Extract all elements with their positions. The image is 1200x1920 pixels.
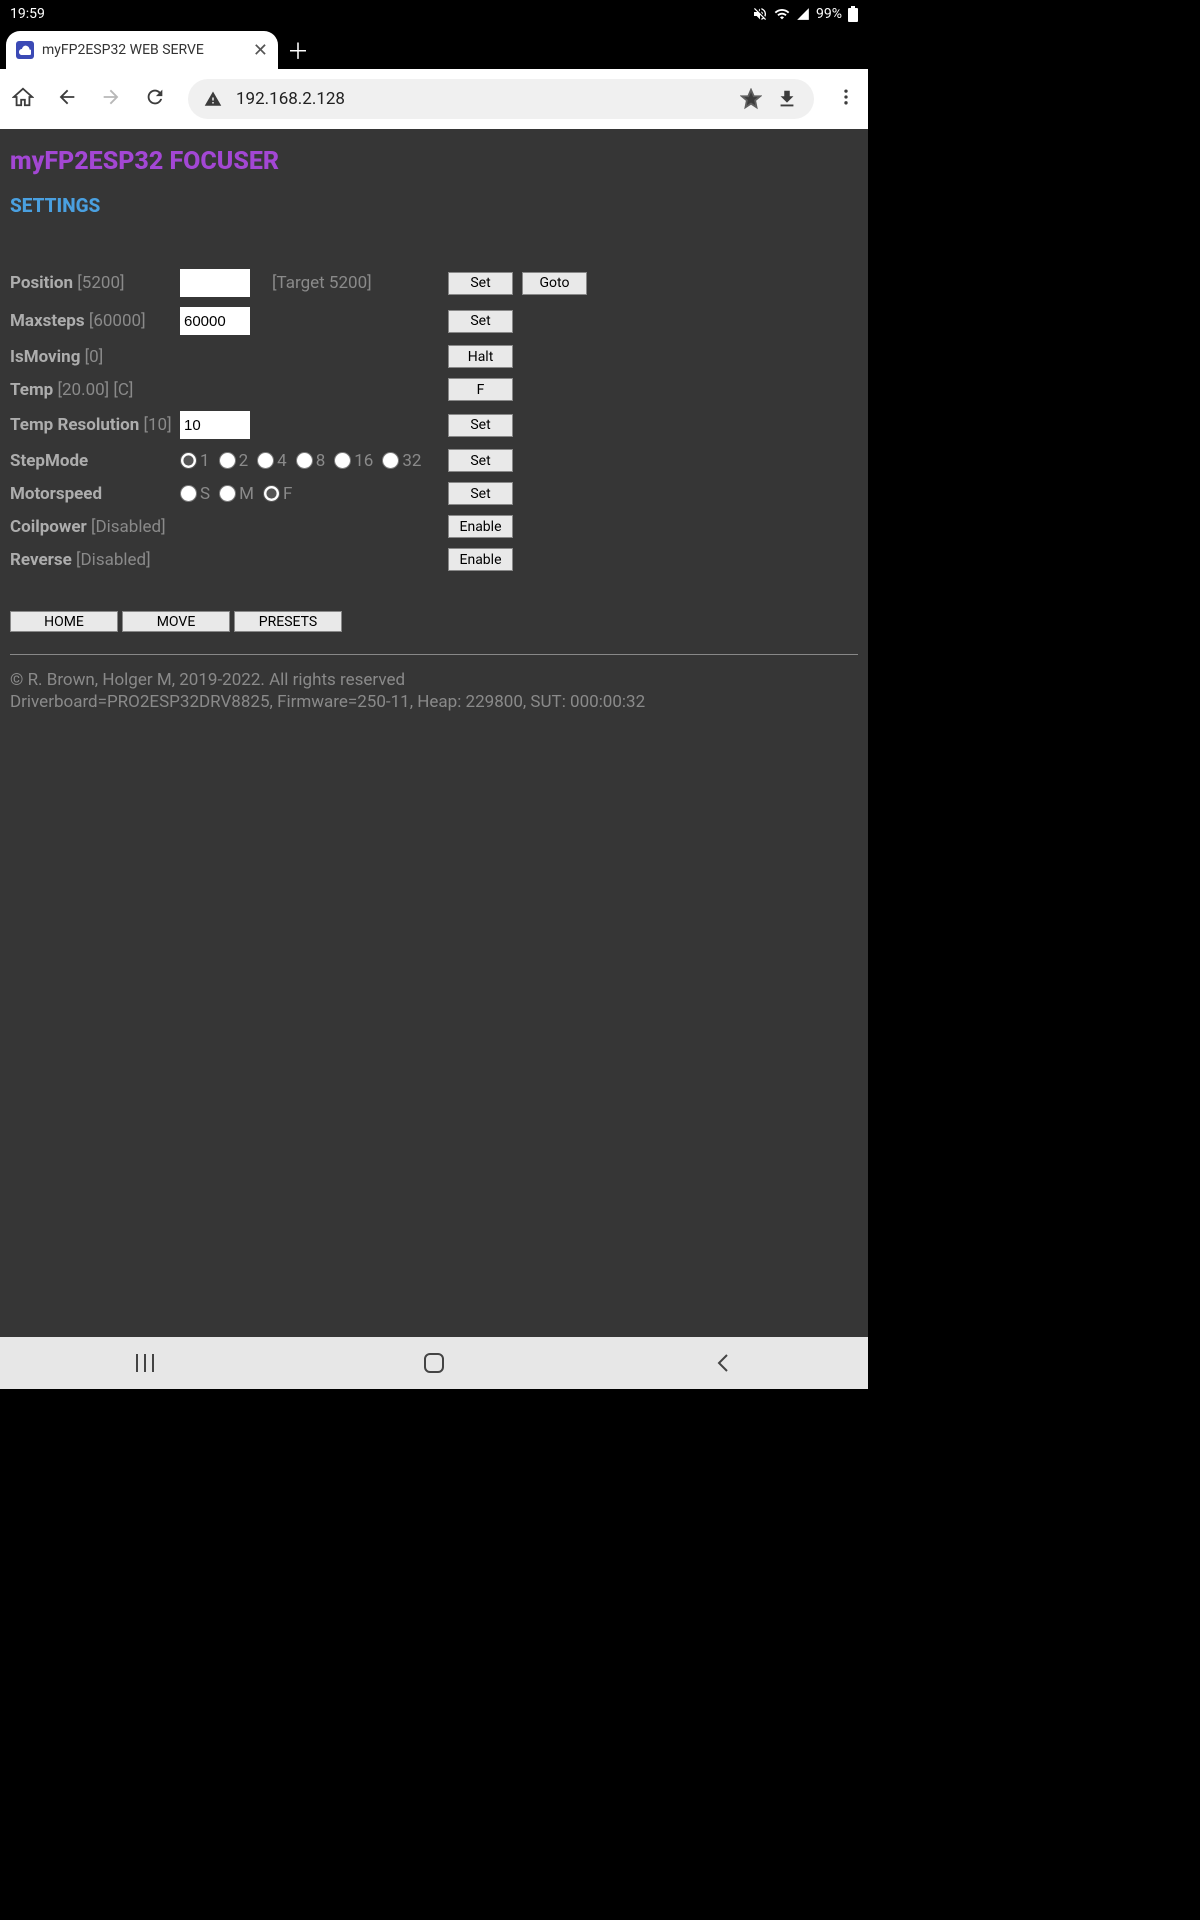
stepmode-label: StepMode bbox=[10, 451, 88, 471]
position-input[interactable] bbox=[180, 269, 250, 297]
stepmode-8-radio[interactable] bbox=[296, 452, 313, 469]
ismoving-label: IsMoving bbox=[10, 347, 80, 367]
android-statusbar: 19:59 99% bbox=[0, 0, 868, 28]
coilpower-value: [Disabled] bbox=[91, 517, 166, 537]
android-navbar bbox=[0, 1337, 868, 1389]
stepmode-32-radio[interactable] bbox=[382, 452, 399, 469]
maxsteps-label: Maxsteps bbox=[10, 311, 85, 331]
reverse-enable-button[interactable]: Enable bbox=[448, 548, 513, 571]
page-subtitle: SETTINGS bbox=[10, 194, 858, 217]
reverse-label: Reverse bbox=[10, 550, 72, 570]
stepmode-16-label: 16 bbox=[354, 451, 373, 471]
home-button[interactable] bbox=[421, 1350, 447, 1376]
temp-value: [20.00] [C] bbox=[57, 380, 133, 400]
tempres-set-button[interactable]: Set bbox=[448, 414, 513, 437]
statusbar-battery: 99% bbox=[816, 6, 842, 22]
maxsteps-set-button[interactable]: Set bbox=[448, 310, 513, 333]
stepmode-4-radio[interactable] bbox=[257, 452, 274, 469]
mute-icon bbox=[752, 6, 768, 22]
maxsteps-input[interactable] bbox=[180, 307, 250, 335]
motorspeed-m-radio[interactable] bbox=[219, 485, 236, 502]
tempres-label: Temp Resolution bbox=[10, 415, 139, 435]
motorspeed-f-radio[interactable] bbox=[263, 485, 280, 502]
browser-tabbar: myFP2ESP32 WEB SERVE ✕ ＋ bbox=[0, 28, 868, 69]
close-icon[interactable]: ✕ bbox=[253, 40, 268, 61]
stepmode-1-label: 1 bbox=[200, 451, 210, 471]
signal-icon bbox=[796, 7, 810, 21]
stepmode-4-label: 4 bbox=[277, 451, 287, 471]
recent-apps-button[interactable] bbox=[132, 1350, 158, 1376]
browser-menu-icon[interactable] bbox=[836, 87, 856, 111]
stepmode-1-radio[interactable] bbox=[180, 452, 197, 469]
motorspeed-label: Motorspeed bbox=[10, 484, 102, 504]
divider bbox=[10, 654, 858, 655]
move-link-button[interactable]: MOVE bbox=[122, 611, 230, 632]
browser-tab[interactable]: myFP2ESP32 WEB SERVE ✕ bbox=[6, 31, 278, 69]
battery-icon bbox=[848, 6, 858, 22]
tab-title: myFP2ESP32 WEB SERVE bbox=[42, 42, 245, 58]
footer-copyright: © R. Brown, Holger M, 2019-2022. All rig… bbox=[10, 669, 858, 691]
download-icon[interactable] bbox=[776, 88, 798, 110]
stepmode-8-label: 8 bbox=[316, 451, 326, 471]
reload-icon[interactable] bbox=[144, 86, 166, 112]
motorspeed-s-radio[interactable] bbox=[180, 485, 197, 502]
temp-unit-button[interactable]: F bbox=[448, 378, 513, 401]
url-field[interactable]: 192.168.2.128 bbox=[188, 79, 814, 119]
stepmode-32-label: 32 bbox=[402, 451, 421, 471]
page-content: myFP2ESP32 FOCUSER SETTINGS Position [52… bbox=[0, 129, 868, 1337]
presets-link-button[interactable]: PRESETS bbox=[234, 611, 342, 632]
motorspeed-f-label: F bbox=[283, 484, 292, 504]
target-label: [Target 5200] bbox=[272, 273, 448, 293]
new-tab-button[interactable]: ＋ bbox=[278, 31, 318, 69]
page-title: myFP2ESP32 FOCUSER bbox=[10, 147, 858, 176]
motorspeed-s-label: S bbox=[200, 484, 210, 504]
stepmode-16-radio[interactable] bbox=[334, 452, 351, 469]
star-icon[interactable] bbox=[740, 88, 762, 110]
back-button[interactable] bbox=[710, 1350, 736, 1376]
statusbar-time: 19:59 bbox=[10, 6, 45, 22]
coilpower-label: Coilpower bbox=[10, 517, 87, 537]
maxsteps-value: [60000] bbox=[89, 311, 146, 331]
ismoving-value: [0] bbox=[85, 347, 104, 367]
motorspeed-m-label: M bbox=[239, 484, 254, 504]
nav-back-icon[interactable] bbox=[56, 86, 78, 112]
wifi-icon bbox=[774, 6, 790, 22]
position-value: [5200] bbox=[77, 273, 124, 293]
browser-urlbar: 192.168.2.128 bbox=[0, 69, 868, 129]
tempres-value: [10] bbox=[143, 415, 171, 435]
coilpower-enable-button[interactable]: Enable bbox=[448, 515, 513, 538]
stepmode-2-label: 2 bbox=[239, 451, 249, 471]
motorspeed-set-button[interactable]: Set bbox=[448, 482, 513, 505]
nav-forward-icon bbox=[100, 86, 122, 112]
url-text: 192.168.2.128 bbox=[236, 89, 345, 109]
stepmode-set-button[interactable]: Set bbox=[448, 449, 513, 472]
home-icon[interactable] bbox=[12, 86, 34, 112]
favicon-icon bbox=[16, 41, 34, 59]
temp-label: Temp bbox=[10, 380, 53, 400]
position-set-button[interactable]: Set bbox=[448, 272, 513, 295]
home-link-button[interactable]: HOME bbox=[10, 611, 118, 632]
footer-info: Driverboard=PRO2ESP32DRV8825, Firmware=2… bbox=[10, 691, 858, 713]
halt-button[interactable]: Halt bbox=[448, 345, 513, 368]
reverse-value: [Disabled] bbox=[76, 550, 151, 570]
position-label: Position bbox=[10, 273, 73, 293]
tempres-input[interactable] bbox=[180, 411, 250, 439]
insecure-icon bbox=[204, 90, 222, 108]
stepmode-2-radio[interactable] bbox=[219, 452, 236, 469]
position-goto-button[interactable]: Goto bbox=[522, 272, 587, 295]
